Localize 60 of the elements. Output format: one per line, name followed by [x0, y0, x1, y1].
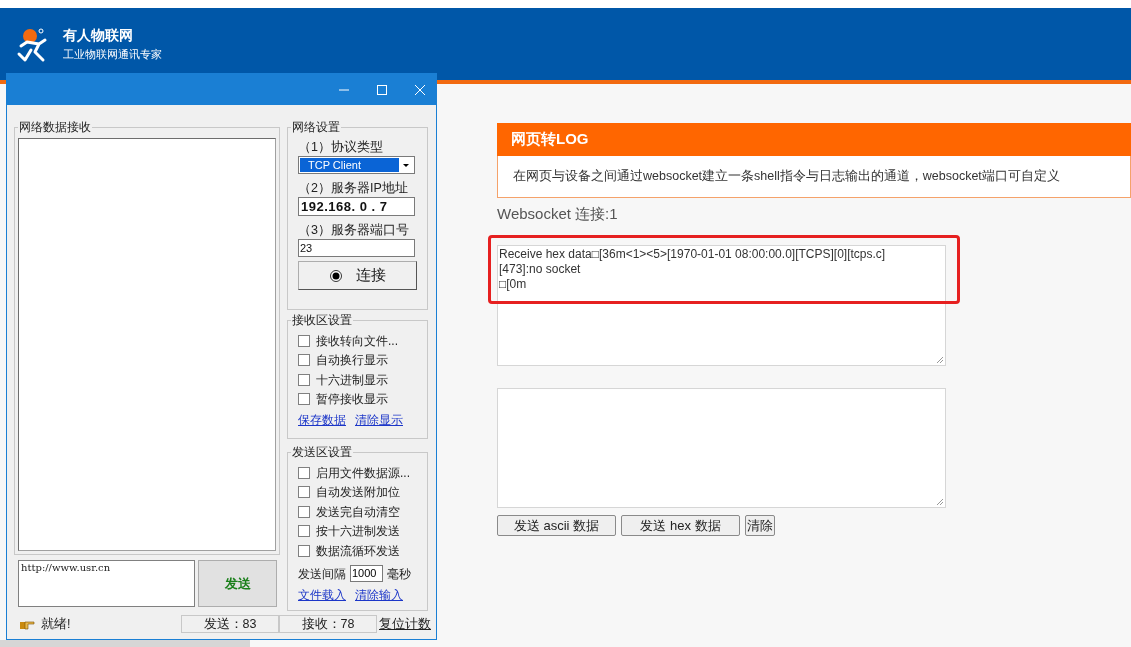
link[interactable]: 文件载入: [298, 585, 346, 604]
link[interactable]: 清除显示: [355, 411, 403, 429]
resize-grip-icon: [936, 498, 944, 506]
send-button[interactable]: 发送: [198, 560, 277, 607]
checkbox-label: 接收转向文件...: [316, 332, 398, 350]
received-counter: 接收：78: [279, 615, 377, 633]
interval-input[interactable]: 1000: [350, 565, 383, 582]
pointing-hand-icon: [19, 618, 35, 630]
checkbox[interactable]: [298, 486, 310, 499]
port-input[interactable]: 23: [298, 239, 415, 257]
checkbox[interactable]: [298, 334, 310, 347]
checkbox[interactable]: [298, 373, 310, 386]
reset-counter-button[interactable]: 复位计数: [379, 614, 431, 634]
checkbox[interactable]: [298, 525, 310, 538]
status-text: 就绪!: [41, 615, 71, 633]
checkbox[interactable]: [298, 354, 310, 367]
checkbox[interactable]: [298, 466, 310, 479]
group-title: 接收区设置: [291, 312, 353, 328]
brand-name: 有人物联网: [63, 26, 134, 44]
log-textarea[interactable]: Receive hex data□[36m<1><5>[1970-01-01 08:00:00.0][TCPS][0][tcps.c] [473]:no socket □[0m: [497, 245, 946, 366]
log-line: [473]:no socket: [499, 262, 581, 277]
connect-button[interactable]: 连接: [298, 261, 417, 290]
panel-title: 网页转LOG: [511, 129, 589, 150]
form-button[interactable]: 清除: [745, 515, 775, 536]
link[interactable]: 清除输入: [355, 585, 403, 604]
radio-dot-icon: [329, 269, 342, 282]
checkbox-label: 数据流循环发送: [316, 542, 400, 560]
form-button[interactable]: 发送 hex 数据: [621, 515, 740, 536]
group-title: 发送区设置: [291, 444, 353, 460]
checkbox-label: 自动发送附加位: [316, 484, 400, 502]
checkbox-label: 自动换行显示: [316, 352, 388, 370]
checkbox-label: 发送完自动清空: [316, 503, 400, 521]
interval-label: 发送间隔: [298, 565, 346, 583]
checkbox[interactable]: [298, 544, 310, 557]
group-title: 网络设置: [291, 119, 341, 135]
checkbox-label: 启用文件数据源...: [316, 464, 410, 482]
checkbox[interactable]: [298, 505, 310, 518]
protocol-dropdown[interactable]: TCP Client: [298, 156, 415, 174]
log-line: Receive hex data□[36m<1><5>[1970-01-01 08:00:00.0][TCPS][0][tcps.c]: [499, 247, 886, 262]
checkbox-label: 十六进制显示: [316, 371, 388, 389]
ip-input[interactable]: 192.168. 0 . 7: [298, 197, 415, 216]
close-icon[interactable]: [414, 83, 426, 96]
resize-grip-icon: [936, 356, 944, 364]
checkbox[interactable]: [298, 393, 310, 406]
maximize-icon[interactable]: [376, 83, 388, 96]
panel-description: 在网页与设备之间通过websocket建立一条shell指令与日志输出的通道，websocket端口可自定义: [513, 168, 1060, 186]
checkbox-label: 暂停接收显示: [316, 391, 388, 409]
link[interactable]: 保存数据: [298, 411, 346, 429]
field-label: （3）服务器端口号: [298, 222, 410, 239]
interval-unit: 毫秒: [387, 565, 411, 583]
send-input[interactable]: http://www.usr.cn: [18, 560, 195, 607]
field-label: （1）协议类型: [298, 139, 384, 156]
field-label: （2）服务器IP地址: [298, 180, 409, 197]
sent-counter: 发送：83: [181, 615, 279, 633]
form-button[interactable]: 发送 ascii 数据: [497, 515, 616, 536]
log-line: □[0m: [499, 277, 527, 292]
checkbox-label: 按十六进制发送: [316, 523, 400, 541]
connection-status: Websocket 连接:1: [497, 204, 618, 224]
group-title: 网络数据接收: [18, 119, 92, 135]
brand-slogan: 工业物联网通讯专家: [63, 47, 162, 62]
